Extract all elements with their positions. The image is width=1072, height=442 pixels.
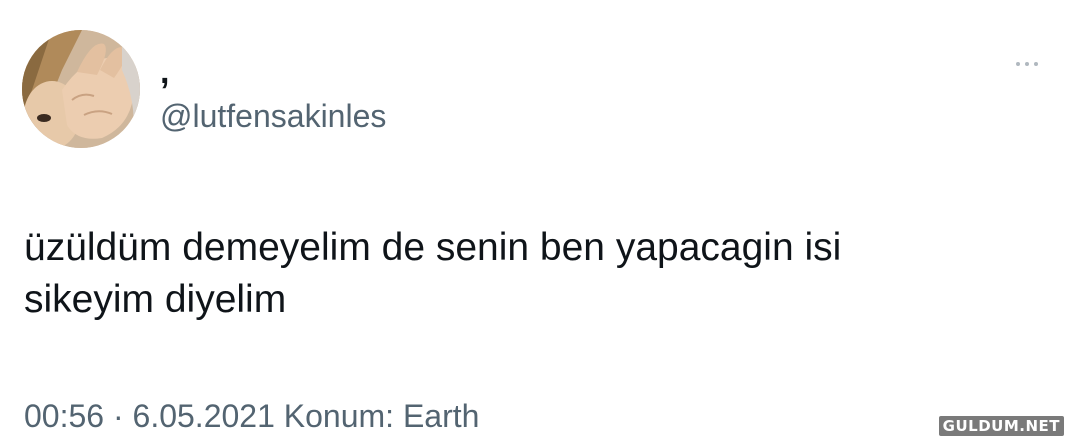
avatar-image [22, 30, 140, 148]
display-name[interactable]: , [160, 52, 169, 92]
more-horizontal-icon[interactable] [1002, 52, 1052, 76]
tweet-location: Konum: Earth [283, 398, 480, 434]
dot [1025, 62, 1029, 66]
dot [1016, 62, 1020, 66]
tweet-meta: 00:56 · 6.05.2021 Konum: Earth [24, 396, 479, 436]
watermark-logo: GULDUM.NET [938, 416, 1064, 436]
tweet-time[interactable]: 00:56 [24, 398, 104, 434]
user-handle[interactable]: @lutfensakinles [160, 96, 386, 136]
meta-separator: · [112, 398, 124, 434]
tweet-card: , @lutfensakinles üzüldüm demeyelim de s… [0, 0, 1072, 442]
avatar[interactable] [22, 30, 140, 148]
tweet-date[interactable]: 6.05.2021 [133, 398, 275, 434]
tweet-text: üzüldüm demeyelim de senin ben yapacagin… [24, 226, 842, 321]
dot [1034, 62, 1038, 66]
